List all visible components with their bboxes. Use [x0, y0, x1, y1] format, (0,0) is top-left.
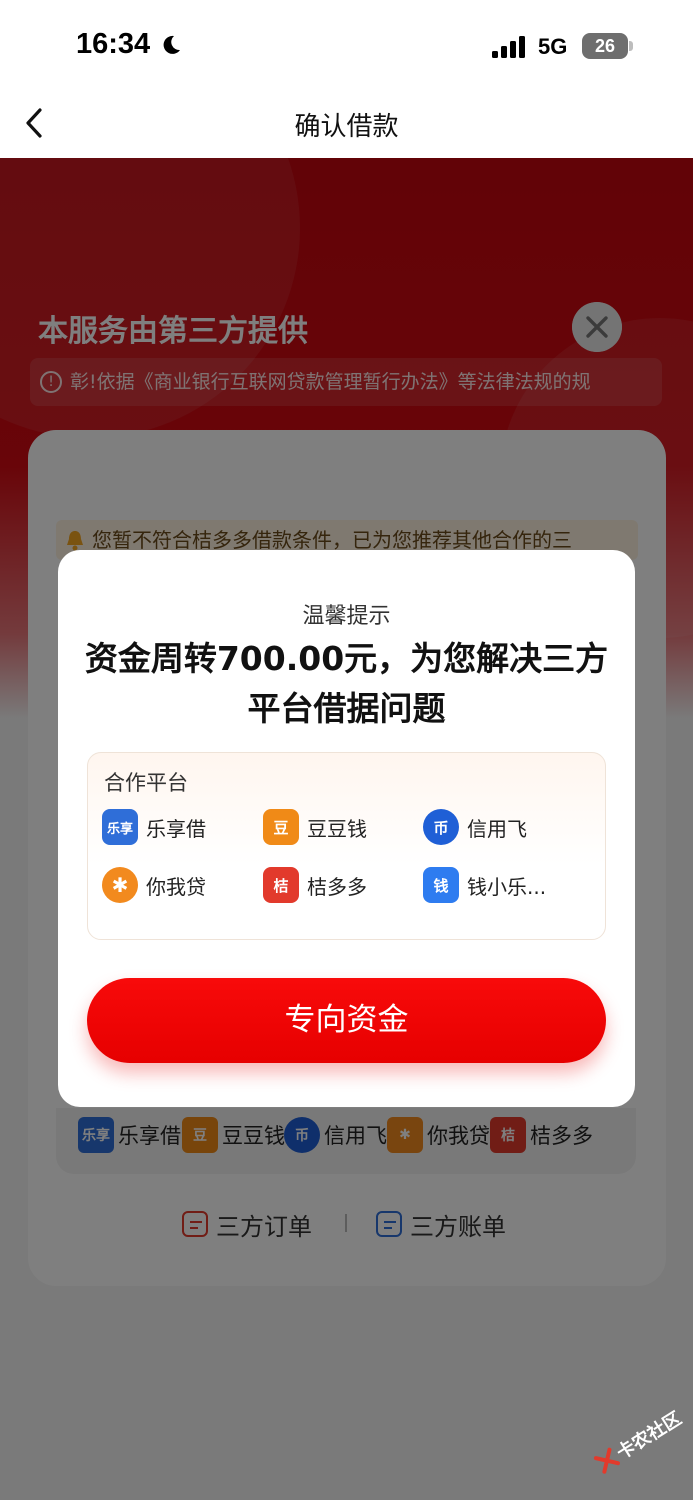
dedicated-funds-button[interactable]: 专向资金 [87, 978, 606, 1063]
partner-lexiangjie[interactable]: 乐享 乐享借 [102, 809, 206, 845]
partner-label: 桔多多 [307, 874, 367, 899]
status-bar: 16:34 5G 26 [0, 0, 693, 92]
signal-icon [492, 36, 525, 58]
partner-platforms-title: 合作平台 [104, 771, 188, 795]
qianxiaole-logo-icon: 钱 [423, 867, 459, 903]
network-label: 5G [538, 34, 568, 59]
niwodai-logo-icon: ✱ [102, 867, 138, 903]
partner-niwodai[interactable]: ✱ 你我贷 [102, 867, 206, 903]
moon-icon [163, 35, 180, 54]
partner-juduoduo[interactable]: 桔 桔多多 [263, 867, 367, 903]
partner-label: 豆豆钱 [307, 816, 367, 841]
partner-label: 你我贷 [146, 874, 206, 899]
nav-bar: 确认借款 [0, 92, 693, 158]
xinyongfei-logo-icon: 币 [423, 809, 459, 845]
dialog-heading: 资金周转700.00元，为您解决三方平台借据问题 [84, 639, 609, 728]
partner-label: 信用飞 [467, 816, 527, 841]
dialog-kicker: 温馨提示 [302, 604, 391, 629]
battery-tip [629, 41, 633, 51]
doudouqian-logo-icon: 豆 [263, 809, 299, 845]
partner-doudouqian[interactable]: 豆 豆豆钱 [263, 809, 367, 845]
partner-label: 钱小乐... [467, 874, 547, 899]
partner-qianxiaole[interactable]: 钱 钱小乐... [423, 867, 546, 903]
partner-xinyongfei[interactable]: 币 信用飞 [423, 809, 527, 845]
page-title: 确认借款 [294, 112, 399, 142]
partner-label: 乐享借 [146, 816, 206, 841]
lexiangjie-logo-icon: 乐享 [102, 809, 138, 845]
status-time: 16:34 [76, 28, 151, 60]
partner-platforms-box: 合作平台 乐享 乐享借 豆 豆豆钱 币 信用飞 ✱ 你我贷 桔 桔多多 钱 钱小… [87, 752, 606, 940]
juduoduo-logo-icon: 桔 [263, 867, 299, 903]
reminder-dialog: 温馨提示 资金周转700.00元，为您解决三方平台借据问题 合作平台 乐享 乐享… [58, 550, 635, 1107]
battery-icon: 26 [582, 33, 628, 59]
